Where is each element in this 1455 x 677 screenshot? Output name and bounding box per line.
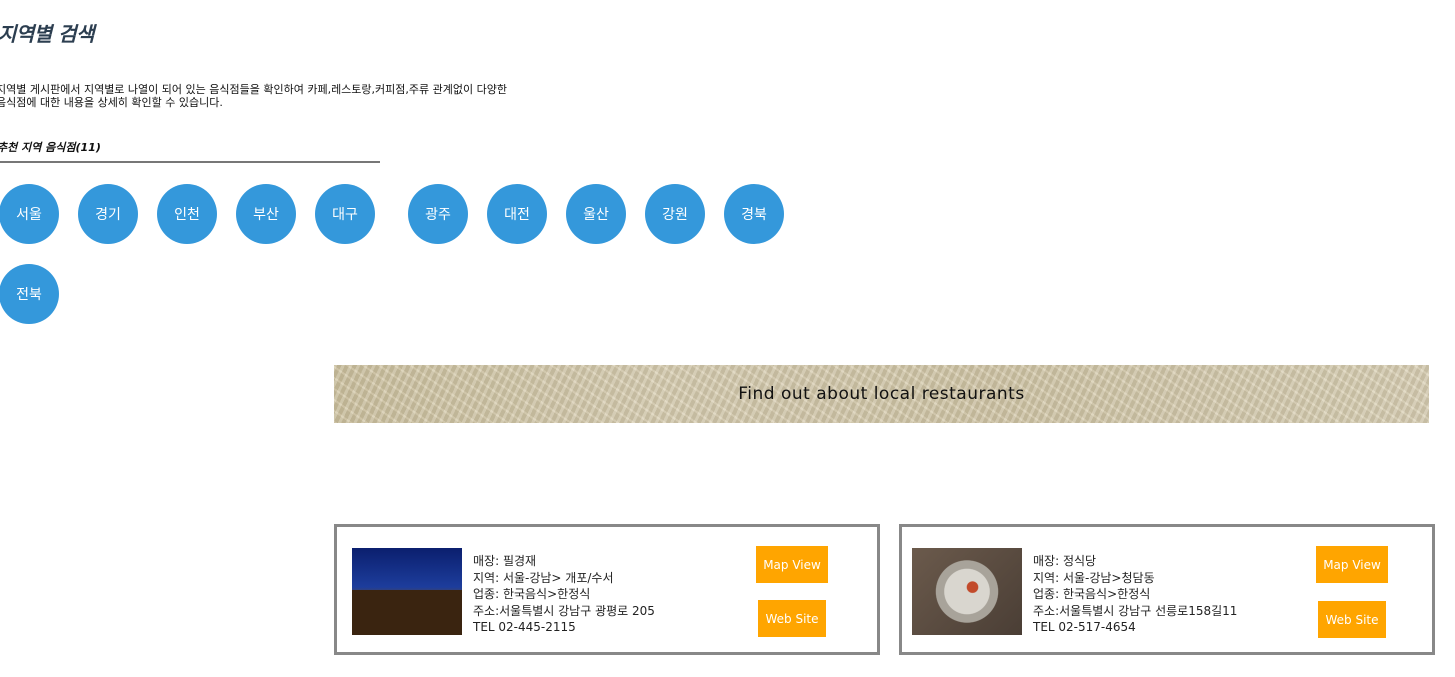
restaurant-store: 매장: 정식당: [1033, 554, 1097, 568]
region-button-incheon[interactable]: 인천: [157, 184, 217, 244]
restaurant-region: 지역: 서울-강남> 개포/수서: [473, 570, 614, 585]
page-intro: 지역별 게시판에서 지역별로 나열이 되어 있는 음식점들을 확인하여 카페,레…: [0, 83, 616, 109]
restaurant-info: 매장: 필경재 지역: 서울-강남> 개포/수서 업종: 한국음식>한정식 주소…: [473, 553, 655, 636]
region-button-gangwon[interactable]: 강원: [645, 184, 705, 244]
region-button-busan[interactable]: 부산: [236, 184, 296, 244]
intro-line-1: 지역별 게시판에서 지역별로 나열이 되어 있는 음식점들을 확인하여 카페,레…: [0, 83, 507, 96]
banner-text: Find out about local restaurants: [738, 384, 1025, 404]
region-button-ulsan[interactable]: 울산: [566, 184, 626, 244]
recommended-regions-title: 추천 지역 음식점(11): [0, 141, 101, 154]
restaurant-photo: [912, 548, 1022, 635]
restaurant-region: 지역: 서울-강남>청담동: [1033, 570, 1155, 585]
restaurant-tel: TEL 02-445-2115: [473, 620, 576, 634]
restaurant-info: 매장: 정식당 지역: 서울-강남>청담동 업종: 한국음식>한정식 주소:서울…: [1033, 553, 1237, 636]
restaurant-category: 업종: 한국음식>한정식: [473, 587, 591, 601]
intro-line-2: 음식점에 대한 내용을 상세히 확인할 수 있습니다.: [0, 96, 223, 109]
restaurant-card: 매장: 필경재 지역: 서울-강남> 개포/수서 업종: 한국음식>한정식 주소…: [334, 524, 880, 655]
restaurant-address: 주소:서울특별시 강남구 광평로 205: [473, 603, 655, 618]
restaurant-tel: TEL 02-517-4654: [1033, 620, 1136, 634]
region-button-daejeon[interactable]: 대전: [487, 184, 547, 244]
restaurant-category: 업종: 한국음식>한정식: [1033, 587, 1151, 601]
region-button-jeonbuk[interactable]: 전북: [0, 264, 59, 324]
region-button-daegu[interactable]: 대구: [315, 184, 375, 244]
region-button-seoul[interactable]: 서울: [0, 184, 59, 244]
restaurant-store: 매장: 필경재: [473, 554, 537, 568]
web-site-button[interactable]: Web Site: [758, 600, 826, 637]
promo-banner: Find out about local restaurants: [334, 365, 1429, 423]
map-view-button[interactable]: Map View: [1316, 546, 1388, 583]
page-title: 지역별 검색: [0, 22, 94, 46]
region-button-gwangju[interactable]: 광주: [408, 184, 468, 244]
web-site-button[interactable]: Web Site: [1318, 601, 1386, 638]
restaurant-photo: [352, 548, 462, 635]
section-divider: [0, 161, 380, 163]
restaurant-card: 매장: 정식당 지역: 서울-강남>청담동 업종: 한국음식>한정식 주소:서울…: [899, 524, 1435, 655]
restaurant-address: 주소:서울특별시 강남구 선릉로158길11: [1033, 603, 1238, 618]
region-button-gyeonggi[interactable]: 경기: [78, 184, 138, 244]
region-button-gyeongbuk[interactable]: 경북: [724, 184, 784, 244]
map-view-button[interactable]: Map View: [756, 546, 828, 583]
